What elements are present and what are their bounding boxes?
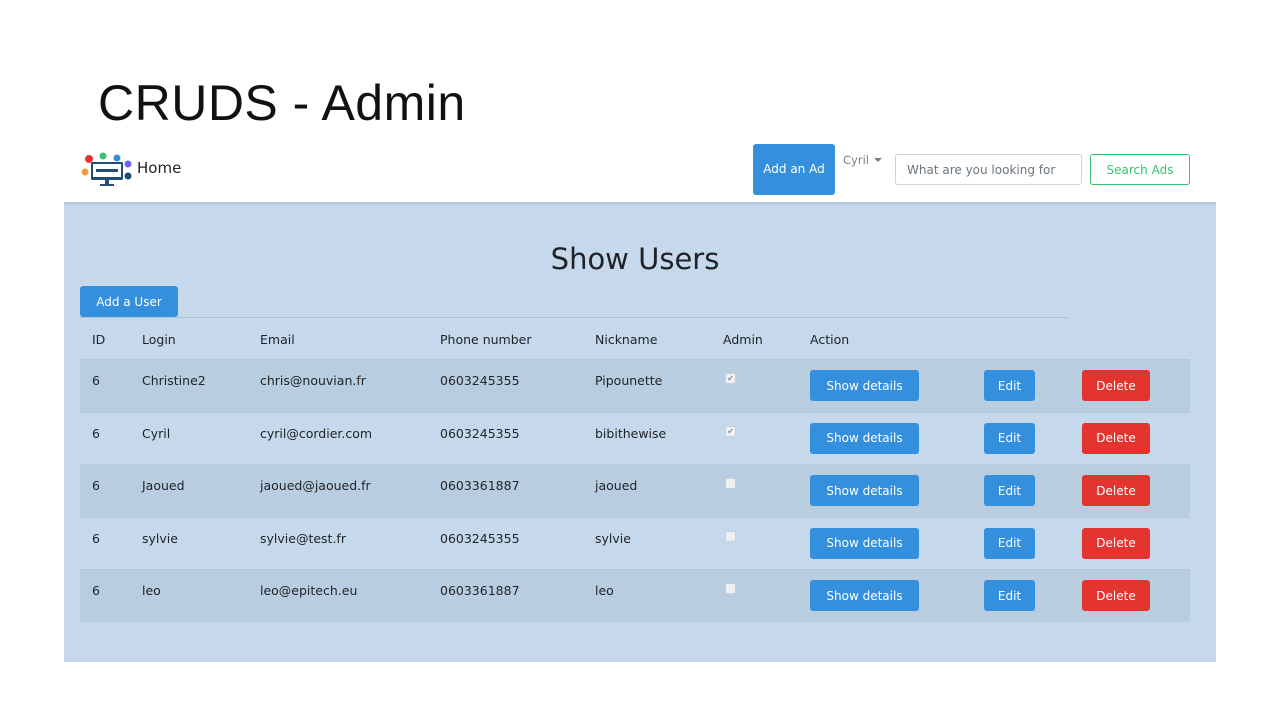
brand-logo-icon[interactable] [80,152,132,188]
cell-email: jaoued@jaoued.fr [260,478,371,493]
edit-button[interactable]: Edit [984,475,1035,506]
column-header-action: Action [810,332,850,347]
user-dropdown[interactable]: Cyril [843,153,882,167]
edit-button[interactable]: Edit [984,580,1035,611]
cell-phone: 0603361887 [440,478,520,493]
cell-login: Jaoued [142,478,185,493]
edit-button[interactable]: Edit [984,422,1035,454]
cell-nickname: jaoued [595,478,638,493]
home-link[interactable]: Home [137,159,181,177]
cell-nickname: Pipounette [595,373,663,388]
edit-button[interactable]: Edit [984,527,1035,559]
table-row: 6 sylvie sylvie@test.fr 0603245355 sylvi… [80,516,1190,570]
admin-checkbox[interactable]: ✔ [725,373,736,384]
delete-button[interactable]: Delete [1082,422,1150,454]
cell-id: 6 [92,373,100,388]
admin-checkbox[interactable] [725,583,736,594]
navbar: Home Add an Ad Cyril Search Ads [64,140,1216,202]
delete-button[interactable]: Delete [1082,370,1150,401]
delete-button[interactable]: Delete [1082,475,1150,506]
cell-login: Christine2 [142,373,206,388]
table-row: 6 Christine2 chris@nouvian.fr 0603245355… [80,359,1190,412]
cell-email: cyril@cordier.com [260,425,373,441]
users-table: ID Login Email Phone number Nickname Adm… [80,318,1190,622]
show-details-button[interactable]: Show details [810,422,919,454]
cell-email: chris@nouvian.fr [260,373,366,388]
cell-phone: 0603245355 [440,425,520,441]
table-header: ID Login Email Phone number Nickname Adm… [80,318,1190,359]
cell-nickname: leo [595,583,614,598]
cell-id: 6 [92,478,100,493]
show-details-button[interactable]: Show details [810,475,919,506]
column-header-id: ID [92,332,106,347]
delete-button[interactable]: Delete [1082,527,1150,559]
column-header-login: Login [142,332,176,347]
user-dropdown-label: Cyril [843,153,869,167]
cell-login: Cyril [142,425,171,441]
cell-login: leo [142,583,161,598]
cell-nickname: bibithewise [595,425,667,441]
search-ads-button[interactable]: Search Ads [1090,154,1190,185]
cell-email: sylvie@test.fr [260,530,346,546]
navbar-shadow [64,202,1216,206]
add-ad-button[interactable]: Add an Ad [753,144,835,195]
search-input[interactable] [895,154,1082,185]
main-panel: Show Users Add a User ID Login Email Pho… [64,202,1216,662]
table-row: 6 leo leo@epitech.eu 0603361887 leo Show… [80,569,1190,622]
cell-phone: 0603245355 [440,530,520,546]
admin-checkbox[interactable]: ✔ [725,425,736,437]
slide-title: CRUDS - Admin [98,75,466,131]
cell-id: 6 [92,530,100,546]
edit-button[interactable]: Edit [984,370,1035,401]
cell-phone: 0603361887 [440,583,520,598]
cell-nickname: sylvie [595,530,631,546]
cell-email: leo@epitech.eu [260,583,358,598]
cell-phone: 0603245355 [440,373,520,388]
show-details-button[interactable]: Show details [810,370,919,401]
caret-down-icon [873,158,882,162]
column-header-email: Email [260,332,295,347]
admin-checkbox[interactable] [725,530,736,542]
column-header-nickname: Nickname [595,332,658,347]
column-header-phone: Phone number [440,332,532,347]
add-user-button[interactable]: Add a User [80,286,178,317]
cell-id: 6 [92,583,100,598]
cell-id: 6 [92,425,100,441]
table-row: 6 Jaoued jaoued@jaoued.fr 0603361887 jao… [80,464,1190,517]
delete-button[interactable]: Delete [1082,580,1150,611]
admin-checkbox[interactable] [725,478,736,489]
show-details-button[interactable]: Show details [810,580,919,611]
page-heading: Show Users [550,242,720,276]
table-row: 6 Cyril cyril@cordier.com 0603245355 bib… [80,411,1190,465]
show-details-button[interactable]: Show details [810,527,919,559]
column-header-admin: Admin [723,332,763,347]
cell-login: sylvie [142,530,178,546]
